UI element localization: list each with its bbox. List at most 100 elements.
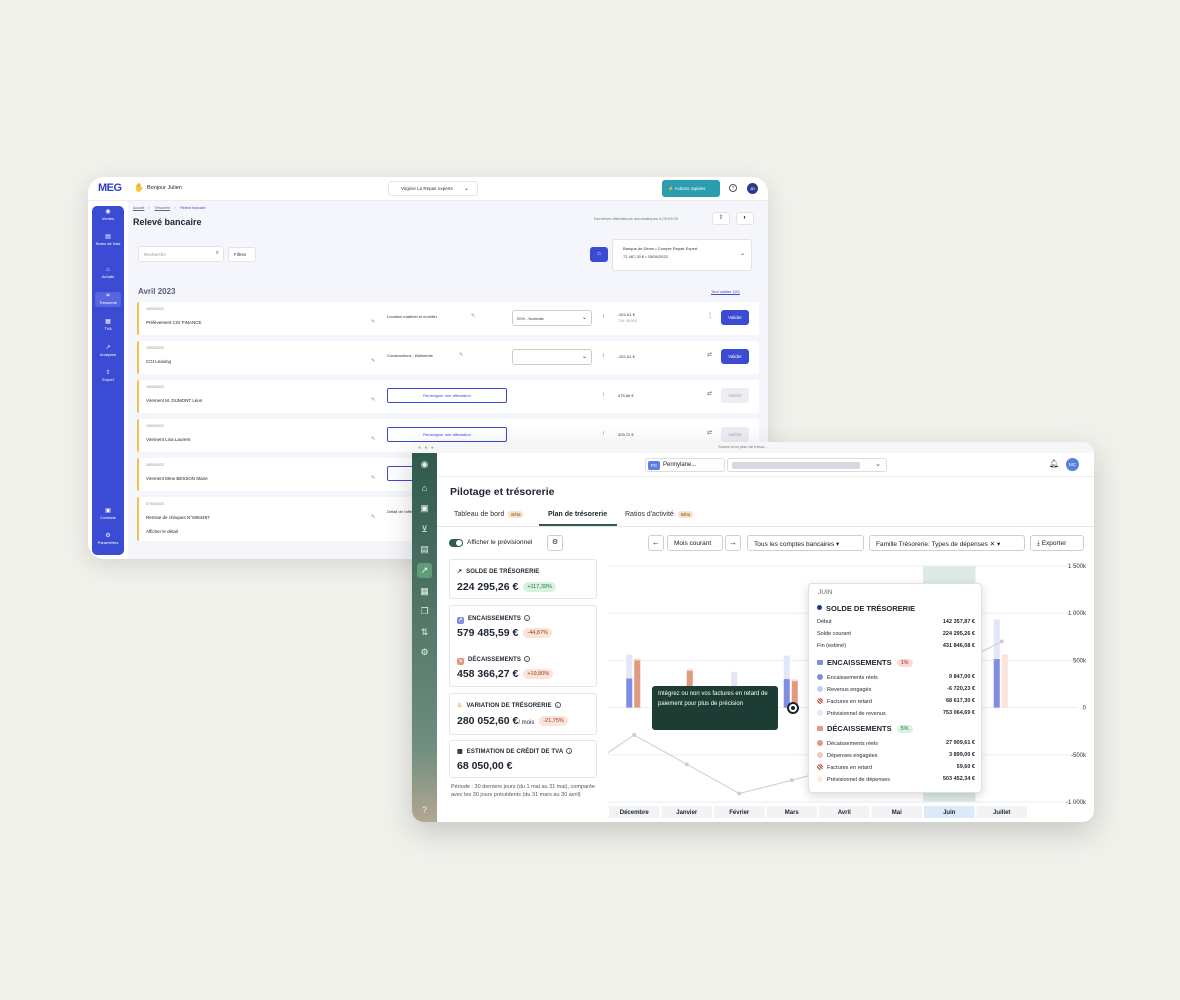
info-icon[interactable]: i (523, 615, 530, 621)
sidebar-item-contacts[interactable]: ▣ Contacts (92, 508, 124, 520)
sidebar-item-export[interactable]: ⇧ Export (92, 370, 124, 382)
assign-button[interactable]: Renseigner une affectation (387, 427, 507, 442)
validate-button[interactable]: Valider (721, 427, 749, 442)
solde-point (999, 639, 1004, 644)
edit-icon[interactable]: ✎ (471, 313, 475, 319)
tab-tableau-de-bord[interactable]: Tableau de bord Bêta (454, 511, 524, 518)
amount-tva: TVA : 86,94 € (618, 319, 638, 323)
sidebar-item-analyses[interactable]: ↗ Analyses (92, 345, 124, 357)
sidebar-item-ventes[interactable]: ◉ Ventes (92, 209, 124, 221)
breadcrumb-item[interactable]: Accueil (133, 206, 144, 210)
id-card-icon[interactable]: ▦ (417, 584, 432, 599)
search-input[interactable]: Recherche ⌕ (138, 246, 224, 262)
split-icon[interactable]: ⇄ (707, 429, 712, 436)
info-icon[interactable]: i (554, 702, 561, 708)
split-icon[interactable]: ⇄ (707, 390, 712, 397)
family-select[interactable]: Famille Trésorerie: Types de dépenses ✕ … (869, 535, 1025, 551)
line-value: 503 452,34 € (942, 776, 975, 782)
more-icon[interactable]: ⋮ (707, 312, 713, 319)
kpi-title: ▦ ESTIMATION DE CRÉDIT DE TVA i (457, 748, 573, 755)
close-icon[interactable]: ✕ (990, 541, 995, 548)
bank-account-select[interactable]: Banque de Démo • Compte Repair Expert 72… (612, 239, 752, 271)
avatar[interactable]: MC (1066, 458, 1079, 471)
late-invoice-icon (817, 764, 823, 770)
chart-focus-point[interactable] (787, 702, 799, 714)
assign-button[interactable]: Renseigner une affectation (387, 388, 507, 403)
previous-period-button[interactable]: ← (648, 535, 664, 551)
x-tick-label: Avril (838, 810, 851, 816)
attachment-icon[interactable]: ⌇ (602, 431, 604, 437)
y-tick-label: -1 000k (1066, 800, 1087, 806)
bank-button[interactable]: ⌂ (590, 247, 608, 262)
solde-point (789, 778, 794, 783)
accounts-select[interactable]: Tous les comptes bancaires ▾ (747, 535, 864, 551)
edit-icon[interactable]: ✎ (371, 514, 375, 520)
quick-actions-button[interactable]: ⚡ Actions rapides (662, 180, 720, 197)
edit-icon[interactable]: ✎ (371, 475, 375, 481)
validate-button[interactable]: Valider (721, 388, 749, 403)
tab-plan-de-tresorerie[interactable]: Plan de trésorerie (548, 511, 607, 518)
kpi-variation-card[interactable]: ♨ VARIATION DE TRÉSORERIE i 280 052,60 €/ … (449, 693, 597, 735)
edit-icon[interactable]: ✎ (371, 436, 375, 442)
edit-icon[interactable]: ✎ (371, 358, 375, 364)
attachment-icon[interactable]: ⌇ (602, 353, 604, 359)
help-icon[interactable]: ? (729, 184, 737, 192)
bank-icon[interactable]: ⌂ (417, 481, 432, 496)
filters-button[interactable]: Filtres (228, 247, 256, 262)
export-button[interactable]: ⤓ Exporter (1030, 535, 1084, 551)
kpi-tva-card[interactable]: ▦ ESTIMATION DE CRÉDIT DE TVA i 68 050,00 … (449, 740, 597, 778)
settings-button[interactable]: ◐ (736, 212, 754, 225)
attachment-icon[interactable]: ⌇ (602, 314, 604, 320)
edit-icon[interactable]: ✎ (459, 352, 463, 358)
attachment-icon[interactable]: ⌇ (602, 392, 604, 398)
upload-button[interactable]: ⇧ (712, 212, 730, 225)
edit-icon[interactable]: ✎ (371, 397, 375, 403)
sidebar-item-tva[interactable]: ▦ TVA (92, 319, 124, 331)
split-icon[interactable]: ⇄ (707, 351, 712, 358)
account-select[interactable]: ⌄ (727, 458, 887, 472)
sidebar-item-notes-de-frais[interactable]: ▤ Notes de frais (92, 234, 124, 246)
x-tick-label: Mars (785, 810, 800, 816)
bell-icon[interactable]: 🔔︎ (1049, 459, 1059, 468)
section-title: SOLDE DE TRÉSORERIE (826, 604, 916, 613)
forecast-settings-button[interactable]: ⚙ (547, 535, 563, 551)
row-date: 07/04/2023 (146, 502, 164, 506)
store-icon[interactable]: ▤ (417, 542, 432, 557)
company-select[interactable]: Virginie La Repair experts ⌄ (388, 181, 478, 196)
kpi-flows-card[interactable]: ↗ ENCAISSEMENTS i 579 485,59 € -44,87% ↘ DÉC… (449, 605, 597, 687)
transfer-icon[interactable]: ⇅ (417, 625, 432, 640)
forecast-toggle[interactable] (449, 539, 463, 547)
period-button[interactable]: Mois courant (667, 535, 723, 551)
cart-icon[interactable]: ⊻ (417, 522, 432, 537)
info-icon[interactable]: i (523, 656, 530, 662)
kpi-value: 458 366,27 € +19,80% (457, 668, 554, 680)
forecast-label: Afficher le prévisionnel (467, 539, 533, 546)
browser-tab-title[interactable]: Suivez mon plan de trésor... (718, 444, 808, 452)
sidebar-item-tresorerie[interactable]: ⌗ Trésorerie (95, 292, 121, 307)
copy-icon[interactable]: ❐ (417, 604, 432, 619)
sidebar-item-achats[interactable]: ⌂ Achats (92, 267, 124, 279)
chart-icon[interactable]: ↗ (417, 563, 432, 578)
validate-button[interactable]: Valider (721, 349, 749, 364)
chevron-down-icon: ⌄ (581, 315, 587, 321)
info-icon[interactable]: i (566, 748, 573, 754)
validate-button[interactable]: Valider (721, 310, 749, 325)
sidebar-item-parametres[interactable]: ⚙ Paramètres (92, 533, 124, 545)
logo-icon[interactable]: ◉ (417, 457, 432, 472)
settings-icon[interactable]: ⚙ (417, 645, 432, 660)
caret-down-icon: ▾ (996, 541, 1001, 548)
breadcrumb-item[interactable]: Trésorerie (154, 206, 170, 210)
vat-select[interactable]: 20% - Normale ⌄ (512, 310, 592, 326)
edit-icon[interactable]: ✎ (371, 319, 375, 325)
validate-all-link[interactable]: Tout valider (10) (711, 289, 740, 294)
show-detail-link[interactable]: Afficher le détail (146, 529, 178, 534)
company-switcher[interactable]: PC Pennylane... (645, 458, 725, 472)
kpi-value-text: 458 366,27 € (457, 668, 519, 680)
tab-ratios[interactable]: Ratios d'activité Bêta (625, 511, 694, 518)
wallet-icon[interactable]: ▣ (417, 501, 432, 516)
next-period-button[interactable]: → (725, 535, 741, 551)
vat-select[interactable]: ⌄ (512, 349, 592, 365)
help-icon[interactable]: ? (417, 803, 432, 818)
avatar[interactable]: JD (747, 183, 758, 194)
kpi-solde-card[interactable]: ↗ SOLDE DE TRÉSORERIE 224 295,26 € +117,39… (449, 559, 597, 599)
